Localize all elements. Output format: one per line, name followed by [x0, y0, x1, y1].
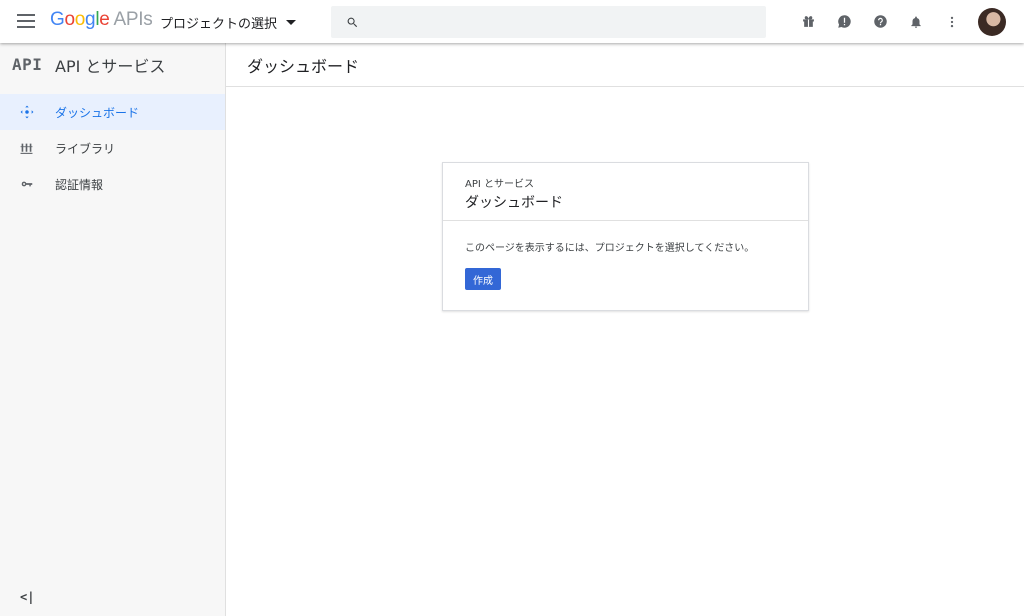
library-icon: [19, 141, 34, 156]
dashboard-icon: [19, 105, 34, 120]
collapse-sidebar-button[interactable]: <|: [20, 590, 34, 604]
sidebar-item-label: ダッシュボード: [55, 105, 140, 120]
page-title: ダッシュボード: [247, 56, 360, 76]
card-message: このページを表示するには、プロジェクトを選択してください。: [465, 243, 755, 254]
sidebar-item-library[interactable]: ライブラリ: [0, 130, 225, 166]
caret-down-icon: [286, 20, 297, 25]
sidebar-item-label: ライブラリ: [55, 141, 116, 156]
project-select-dropdown[interactable]: プロジェクトの選択: [160, 13, 297, 32]
sidebar-nav: ダッシュボード ライブラリ 認証情報: [0, 94, 225, 202]
sidebar-header: API API とサービス: [0, 43, 225, 86]
feedback-icon[interactable]: [826, 4, 862, 40]
more-vert-icon[interactable]: [934, 4, 970, 40]
key-icon: [19, 177, 34, 192]
card-title: ダッシュボード: [465, 195, 563, 211]
api-logo-icon: API: [12, 55, 43, 74]
menu-icon[interactable]: [17, 14, 35, 28]
search-icon: [347, 17, 358, 27]
sidebar-item-dashboard[interactable]: ダッシュボード: [0, 94, 225, 130]
top-bar: Google APIs プロジェクトの選択: [0, 0, 1024, 43]
sidebar-item-label: 認証情報: [55, 177, 104, 192]
notifications-icon[interactable]: [898, 4, 934, 40]
search-input[interactable]: [369, 6, 766, 38]
create-project-button[interactable]: 作成: [465, 268, 501, 290]
sidebar-title: API とサービス: [55, 56, 166, 76]
gift-icon[interactable]: [790, 4, 826, 40]
sidebar-item-credentials[interactable]: 認証情報: [0, 166, 225, 202]
project-select-label: プロジェクトの選択: [160, 17, 278, 32]
card-header: API とサービス ダッシュボード: [443, 163, 808, 221]
select-project-card: API とサービス ダッシュボード このページを表示するには、プロジェクトを選択…: [442, 162, 809, 311]
help-icon[interactable]: [862, 4, 898, 40]
logo-apis-text: APIs: [113, 9, 153, 30]
card-subtitle: API とサービス: [465, 179, 534, 190]
top-icons: [790, 0, 1024, 43]
sidebar: API API とサービス ダッシュボード ライブラリ 認証情報 <|: [0, 43, 226, 616]
card-body: このページを表示するには、プロジェクトを選択してください。 作成: [443, 221, 808, 290]
google-apis-logo[interactable]: Google APIs: [50, 9, 153, 31]
search-box[interactable]: [331, 6, 766, 38]
main-header: ダッシュボード: [226, 43, 1024, 87]
account-avatar[interactable]: [978, 7, 1006, 36]
